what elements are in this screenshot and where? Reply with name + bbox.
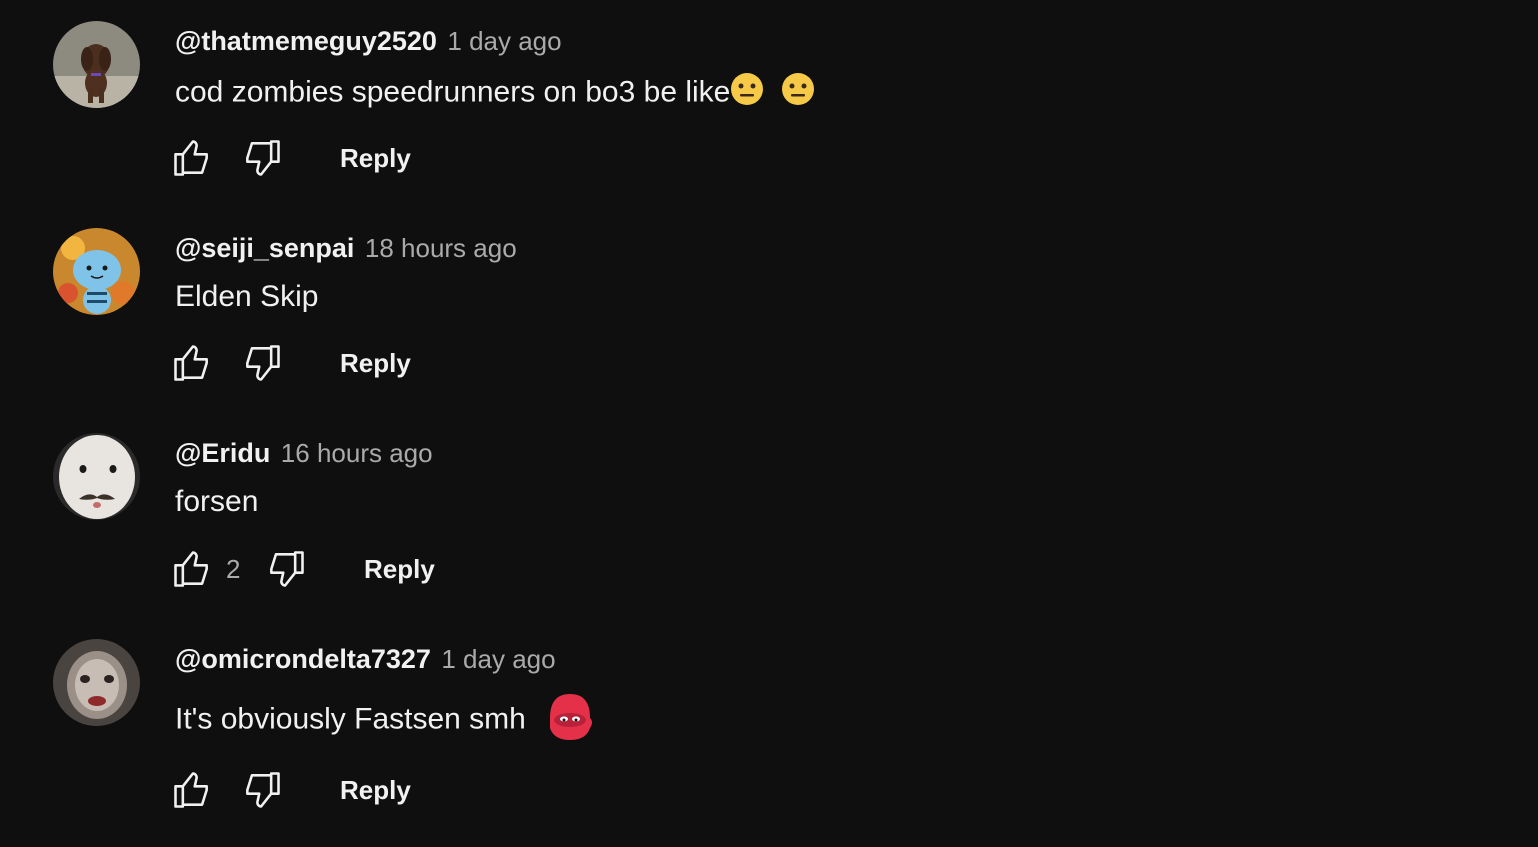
thumbs-up-icon <box>174 551 208 587</box>
neutral-face-icon <box>781 72 815 115</box>
like-button[interactable] <box>170 341 214 385</box>
reply-button[interactable]: Reply <box>340 775 411 806</box>
author-name[interactable]: @omicrondelta7327 <box>175 644 431 674</box>
avatar[interactable] <box>53 639 140 726</box>
blue-creature-avatar-icon <box>53 228 140 315</box>
author-name[interactable]: @Eridu <box>175 438 270 468</box>
thumbs-up-icon <box>174 345 208 381</box>
comment-body: forsen <box>175 485 259 518</box>
comment-text: Elden Skip <box>175 279 318 315</box>
comment-item: @thatmemeguy2520 1 day ago cod zombies s… <box>0 0 1538 200</box>
white-face-avatar-icon <box>53 433 140 520</box>
author-name[interactable]: @thatmemeguy2520 <box>175 26 437 56</box>
like-button[interactable] <box>170 768 214 812</box>
avatar[interactable] <box>53 433 140 520</box>
dog-avatar-icon <box>53 21 140 108</box>
comment-header: @Eridu 16 hours ago <box>175 438 433 473</box>
thumbs-up-icon <box>174 140 208 176</box>
blurry-face-avatar-icon <box>53 639 140 726</box>
like-count: 2 <box>226 553 241 584</box>
author-name[interactable]: @seiji_senpai <box>175 233 354 263</box>
timestamp[interactable]: 1 day ago <box>447 26 561 56</box>
thumbs-down-icon <box>270 551 304 587</box>
comment-header: @thatmemeguy2520 1 day ago <box>175 26 562 61</box>
like-button[interactable] <box>170 547 214 591</box>
timestamp[interactable]: 16 hours ago <box>281 438 433 468</box>
comment-item: @seiji_senpai 18 hours ago Elden Skip Re… <box>0 206 1538 406</box>
comment-text: cod zombies speedrunners on bo3 be like <box>175 72 815 115</box>
dislike-button[interactable] <box>240 768 284 812</box>
comment-actions: Reply <box>170 339 411 387</box>
comment-body: cod zombies speedrunners on bo3 be like <box>175 75 731 109</box>
comment-actions: Reply <box>170 134 411 182</box>
reply-button[interactable]: Reply <box>364 554 435 585</box>
comment-item: @Eridu 16 hours ago forsen 2 Reply <box>0 412 1538 612</box>
comment-header: @seiji_senpai 18 hours ago <box>175 233 517 268</box>
thumbs-down-icon <box>246 772 280 808</box>
comment-actions: Reply <box>170 766 411 814</box>
dislike-button[interactable] <box>240 341 284 385</box>
comment-actions: 2 Reply <box>170 545 435 593</box>
avatar[interactable] <box>53 21 140 108</box>
comment-header: @omicrondelta7327 1 day ago <box>175 644 556 679</box>
timestamp[interactable]: 1 day ago <box>441 644 555 674</box>
neutral-face-icon <box>730 72 764 115</box>
timestamp[interactable]: 18 hours ago <box>365 233 517 263</box>
thumbs-down-icon <box>246 140 280 176</box>
comment-body: It's obviously Fastsen smh <box>175 702 526 736</box>
avatar[interactable] <box>53 228 140 315</box>
comment-item: @omicrondelta7327 1 day ago It's obvious… <box>0 618 1538 818</box>
comment-list: @thatmemeguy2520 1 day ago cod zombies s… <box>0 0 1538 847</box>
like-button[interactable] <box>170 136 214 180</box>
comment-text: It's obviously Fastsen smh <box>175 688 596 753</box>
dislike-button[interactable] <box>264 547 308 591</box>
thumbs-down-icon <box>246 345 280 381</box>
reply-button[interactable]: Reply <box>340 143 411 174</box>
thumbs-up-icon <box>174 772 208 808</box>
comment-body: Elden Skip <box>175 280 319 313</box>
dislike-button[interactable] <box>240 136 284 180</box>
comment-text: forsen <box>175 484 258 520</box>
reply-button[interactable]: Reply <box>340 348 411 379</box>
red-blob-emote-icon <box>540 688 596 753</box>
